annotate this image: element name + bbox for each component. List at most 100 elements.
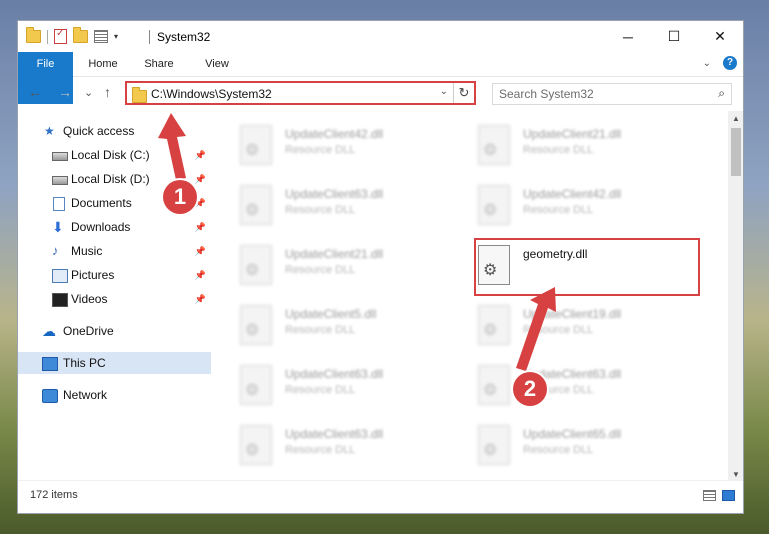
sidebar-item-downloads[interactable]: ⬇ Downloads 📌: [18, 216, 211, 238]
file-type: Resource DLL: [285, 444, 356, 456]
window-title: System32: [157, 30, 211, 44]
recent-locations-button[interactable]: ⌄: [84, 86, 93, 99]
dll-file-icon: [240, 305, 272, 345]
search-box[interactable]: Search System32 ⌕: [492, 83, 732, 105]
search-input[interactable]: Search System32: [499, 87, 594, 101]
toolbar-divider: [47, 29, 48, 44]
dll-file-icon: [240, 425, 272, 465]
file-type: Resource DLL: [285, 204, 356, 216]
file-name: UpdateClient21.dll: [285, 247, 384, 261]
search-icon[interactable]: ⌕: [718, 86, 725, 101]
documents-icon: [53, 197, 65, 211]
refresh-button[interactable]: ↻: [453, 83, 474, 103]
title-divider: [149, 30, 150, 44]
help-icon[interactable]: ?: [723, 56, 737, 70]
sidebar-item-label: Music: [71, 244, 103, 258]
file-type: Resource DLL: [523, 204, 594, 216]
new-folder-icon[interactable]: [73, 27, 88, 43]
sidebar-item-videos[interactable]: Videos 📌: [18, 288, 211, 310]
sidebar-item-label: Pictures: [71, 268, 115, 282]
this-pc-icon: [42, 357, 58, 371]
forward-button[interactable]: →: [58, 84, 72, 100]
file-item[interactable]: UpdateClient63.dll Resource DLL: [452, 359, 672, 411]
vertical-scrollbar[interactable]: ▲ ▼: [728, 111, 743, 483]
address-path[interactable]: C:\Windows\System32: [151, 87, 272, 101]
scroll-thumb[interactable]: [731, 128, 741, 176]
quick-access-toolbar: ▾: [26, 27, 118, 44]
sidebar-item-pictures[interactable]: Pictures 📌: [18, 264, 211, 286]
pin-icon[interactable]: 📌: [195, 240, 206, 262]
properties-icon[interactable]: [54, 28, 67, 44]
navigation-pane: ★ Quick access Local Disk (C:) 📌 Local D…: [18, 111, 213, 483]
address-bar[interactable]: C:\Windows\System32 ⌄ ↻: [125, 81, 476, 105]
videos-icon: [52, 293, 68, 307]
file-item[interactable]: UpdateClient63.dll Resource DLL: [214, 179, 434, 231]
file-item[interactable]: UpdateClient21.dll Resource DLL: [452, 119, 672, 171]
sidebar-item-onedrive[interactable]: ☁ OneDrive: [18, 320, 211, 342]
minimize-button[interactable]: ─: [605, 21, 651, 52]
back-button[interactable]: ←: [28, 84, 42, 100]
item-count: 172 items: [30, 489, 78, 501]
pin-icon[interactable]: 📌: [195, 288, 206, 310]
expand-ribbon-icon[interactable]: ⌄: [703, 58, 711, 69]
file-list: UpdateClient42.dll Resource DLL UpdateCl…: [214, 111, 728, 483]
sidebar-item-local-disk-c[interactable]: Local Disk (C:) 📌: [18, 144, 211, 166]
file-item[interactable]: UpdateClient21.dll Resource DLL: [214, 239, 434, 291]
sidebar-item-label: Local Disk (C:): [71, 148, 150, 162]
file-name: UpdateClient42.dll: [523, 187, 622, 201]
pin-icon[interactable]: 📌: [195, 216, 206, 238]
tab-share[interactable]: Share: [136, 52, 182, 76]
file-item[interactable]: UpdateClient63.dll Resource DLL: [214, 419, 434, 471]
view-options-icon[interactable]: [94, 30, 108, 43]
file-item[interactable]: UpdateClient65.dll Resource DLL: [452, 419, 672, 471]
sidebar-item-network[interactable]: Network: [18, 384, 211, 406]
disk-icon: [52, 152, 68, 161]
tab-view[interactable]: View: [194, 52, 240, 76]
status-bar: 172 items: [18, 480, 743, 513]
sidebar-item-quick-access[interactable]: ★ Quick access: [18, 120, 211, 142]
dll-file-icon: [478, 425, 510, 465]
file-explorer-window: ▾ System32 ─ ☐ ✕ File Home Share View ⌄ …: [17, 20, 744, 514]
up-button[interactable]: ↑: [104, 84, 111, 100]
dll-file-icon: [478, 305, 510, 345]
view-toggle: [703, 490, 735, 501]
sidebar-item-label: Local Disk (D:): [71, 172, 150, 186]
dll-file-icon: [240, 185, 272, 225]
tab-home[interactable]: Home: [80, 52, 126, 76]
sidebar-item-music[interactable]: ♪ Music 📌: [18, 240, 211, 262]
sidebar-item-this-pc[interactable]: This PC: [18, 352, 211, 374]
dll-file-icon: [240, 125, 272, 165]
file-type: Resource DLL: [285, 384, 356, 396]
step-1-badge: 1: [163, 180, 197, 214]
title-bar: ▾ System32 ─ ☐ ✕: [18, 21, 743, 52]
pin-icon[interactable]: 📌: [195, 264, 206, 286]
maximize-button[interactable]: ☐: [651, 21, 697, 52]
navigation-bar: ← → ⌄ ↑ C:\Windows\System32 ⌄ ↻ Search S…: [18, 77, 743, 111]
file-item[interactable]: UpdateClient63.dll Resource DLL: [214, 359, 434, 411]
file-type: Resource DLL: [523, 324, 594, 336]
disk-icon: [52, 176, 68, 185]
file-item[interactable]: UpdateClient5.dll Resource DLL: [214, 299, 434, 351]
sidebar-item-label: Documents: [71, 196, 132, 210]
downloads-icon: ⬇: [52, 219, 64, 235]
file-item[interactable]: UpdateClient19.dll Resource DLL: [452, 299, 672, 351]
pin-icon[interactable]: 📌: [195, 144, 206, 166]
music-icon: ♪: [52, 243, 59, 258]
address-dropdown-icon[interactable]: ⌄: [440, 86, 448, 97]
pin-icon[interactable]: 📌: [195, 168, 206, 190]
network-icon: [42, 389, 58, 403]
sidebar-item-label: OneDrive: [63, 324, 114, 338]
file-item[interactable]: UpdateClient42.dll Resource DLL: [452, 179, 672, 231]
close-button[interactable]: ✕: [697, 21, 743, 52]
star-icon: ★: [44, 124, 55, 138]
customize-toolbar-icon[interactable]: ▾: [114, 32, 118, 41]
dll-file-icon: [240, 365, 272, 405]
folder-icon: [26, 27, 41, 43]
dll-file-icon: [478, 185, 510, 225]
file-type: Resource DLL: [285, 264, 356, 276]
geometry-dll-highlight-box: [474, 238, 700, 296]
scroll-up-icon[interactable]: ▲: [728, 111, 743, 127]
large-icons-view-icon[interactable]: [722, 490, 735, 501]
details-view-icon[interactable]: [703, 490, 716, 501]
file-item[interactable]: UpdateClient42.dll Resource DLL: [214, 119, 434, 171]
